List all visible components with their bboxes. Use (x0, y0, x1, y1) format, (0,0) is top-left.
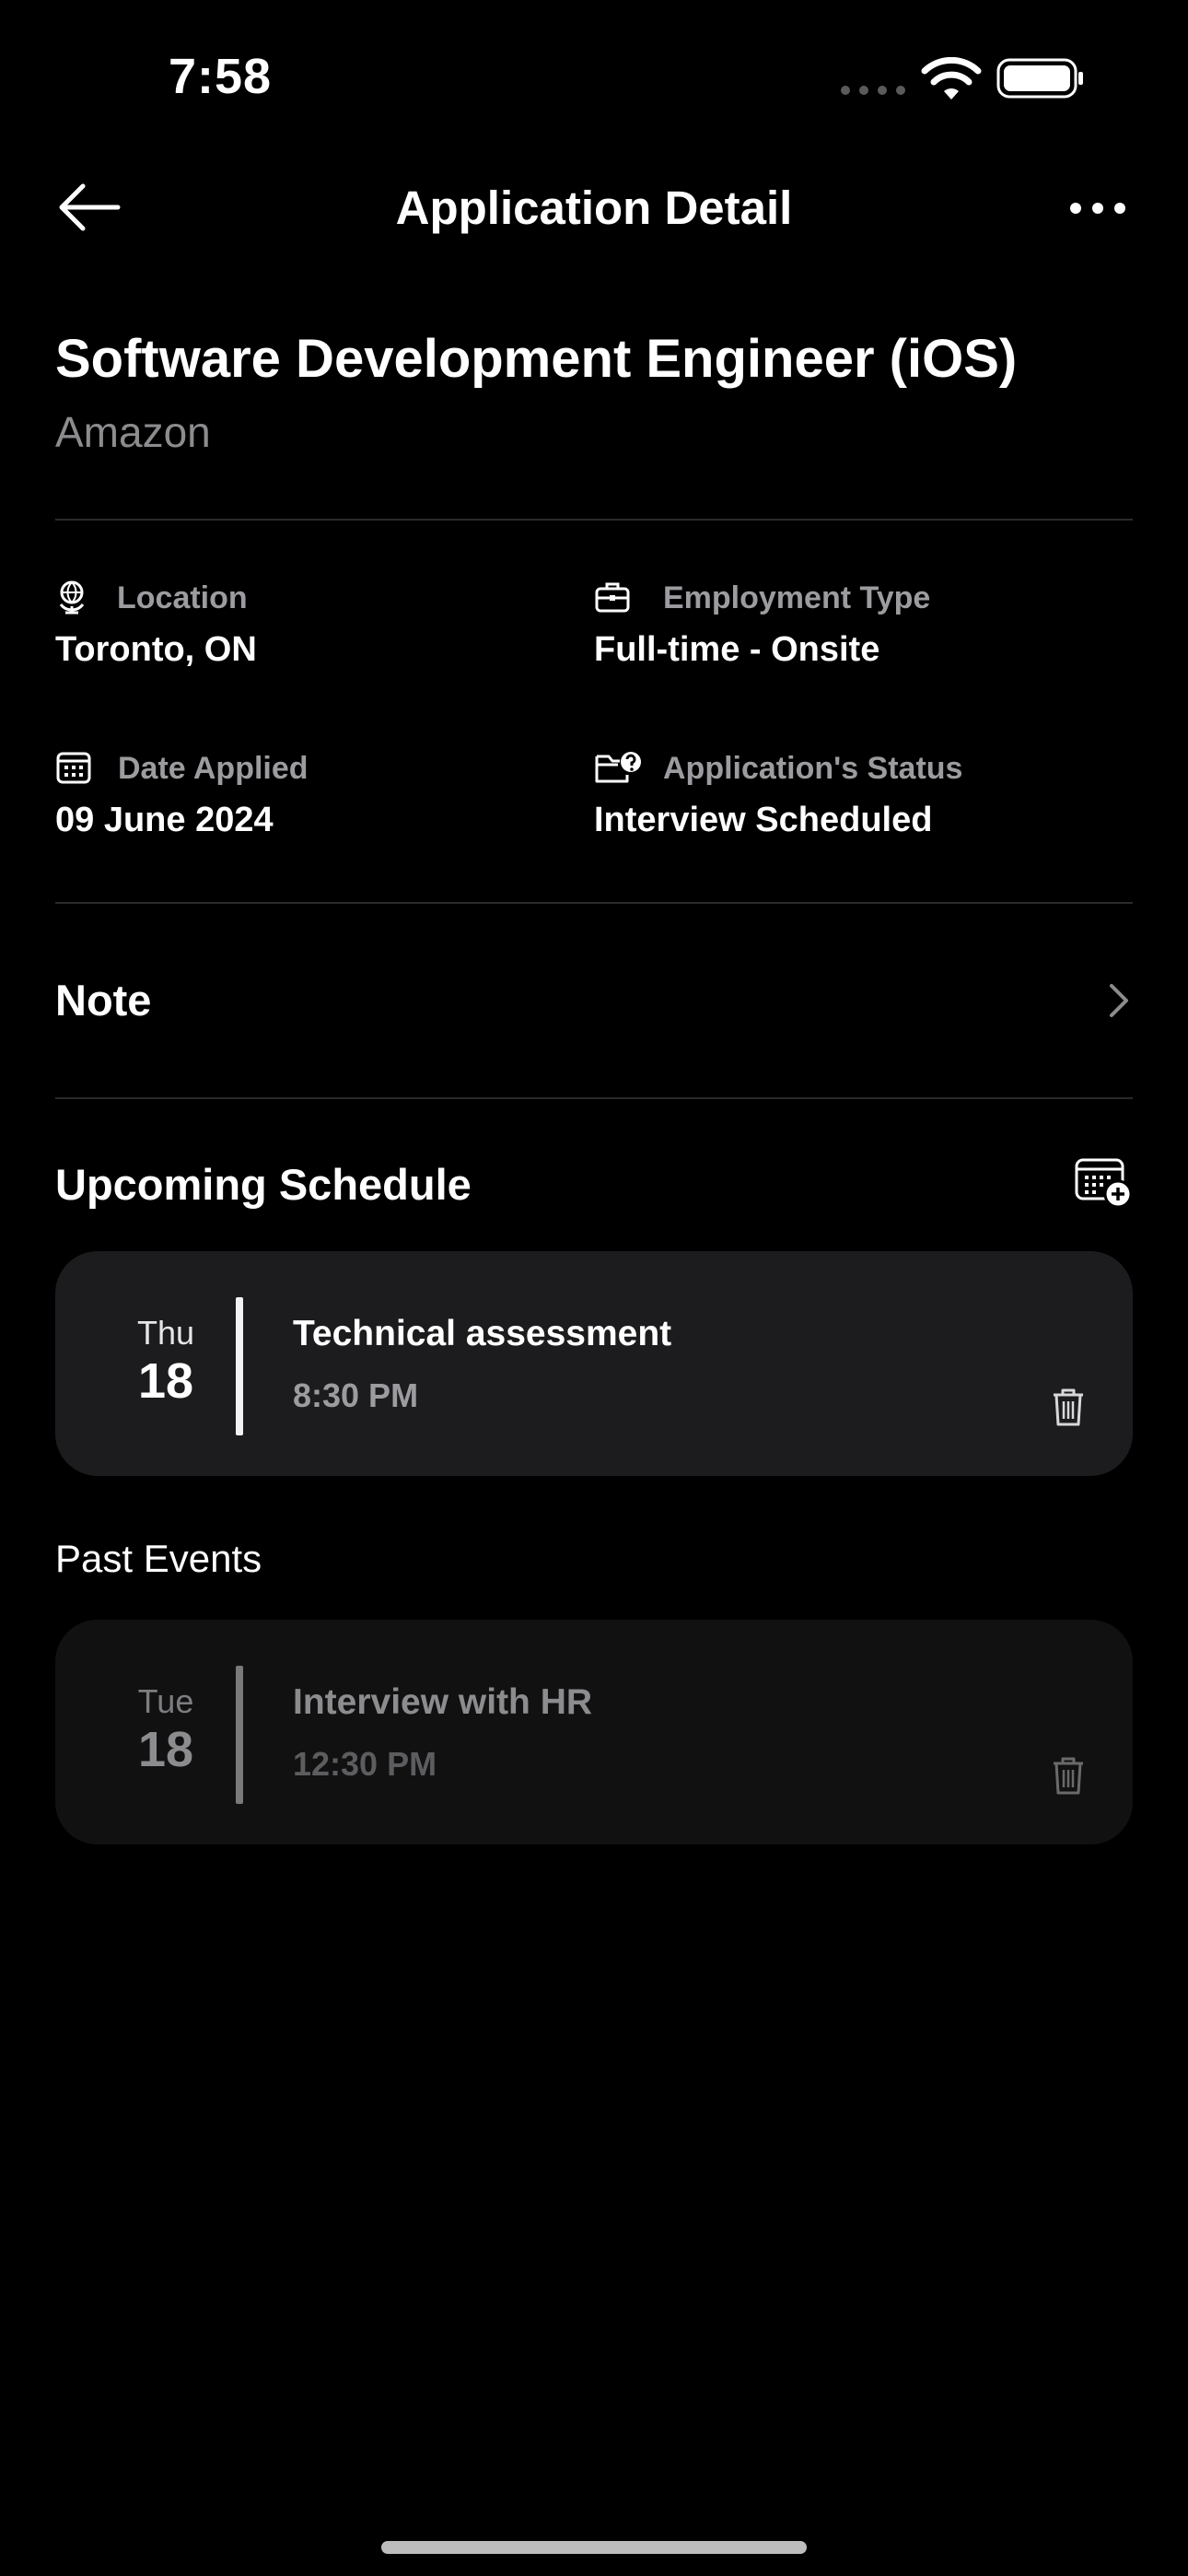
cellular-signal-icon (841, 86, 905, 95)
briefcase-icon (595, 582, 630, 613)
wifi-icon (921, 57, 982, 100)
globe-icon (59, 580, 85, 615)
trash-icon[interactable] (1050, 1386, 1087, 1428)
battery-icon (996, 58, 1083, 99)
event-name: Interview with HR (293, 1682, 593, 1722)
folder-question-icon (595, 752, 641, 783)
page-title: Application Detail (395, 181, 793, 234)
upcoming-event-card[interactable]: Thu 18 Technical assessment 8:30 PM (55, 1251, 1133, 1476)
add-schedule-icon[interactable] (1074, 1157, 1133, 1209)
event-name: Technical assessment (293, 1314, 672, 1353)
chevron-right-icon[interactable] (1107, 982, 1131, 1019)
event-date: 18 (137, 1722, 194, 1777)
location-label: Location (117, 580, 248, 615)
divider (55, 902, 1133, 904)
note-row[interactable] (55, 921, 1133, 1083)
event-separator (236, 1297, 243, 1435)
event-day: Tue (137, 1682, 194, 1720)
event-day: Thu (136, 1314, 195, 1352)
event-separator (236, 1666, 243, 1804)
status-time: 7:58 (169, 49, 273, 104)
date-applied-value: 09 June 2024 (55, 801, 274, 839)
application-status-value: Interview Scheduled (594, 801, 933, 839)
event-time: 12:30 PM (293, 1745, 437, 1783)
application-status-label: Application's Status (663, 751, 963, 786)
company-name: Amazon (55, 408, 211, 456)
past-events-title: Past Events (55, 1537, 262, 1580)
date-applied-label: Date Applied (118, 751, 309, 786)
calendar-icon (56, 752, 91, 784)
employment-type-label: Employment Type (663, 580, 931, 615)
location-value: Toronto, ON (55, 630, 257, 669)
divider (55, 519, 1133, 521)
upcoming-schedule-title: Upcoming Schedule (55, 1160, 472, 1209)
more-options-icon[interactable] (1068, 192, 1127, 225)
event-time: 8:30 PM (293, 1376, 419, 1414)
divider (55, 1097, 1133, 1099)
past-event-card[interactable]: Tue 18 Interview with HR 12:30 PM (55, 1620, 1133, 1844)
trash-icon[interactable] (1050, 1754, 1087, 1797)
employment-type-value: Full-time - Onsite (594, 630, 880, 669)
note-label: Note (55, 976, 152, 1025)
home-indicator[interactable] (381, 2541, 807, 2554)
job-title: Software Development Engineer (iOS) (55, 329, 1018, 389)
event-date: 18 (137, 1353, 194, 1409)
